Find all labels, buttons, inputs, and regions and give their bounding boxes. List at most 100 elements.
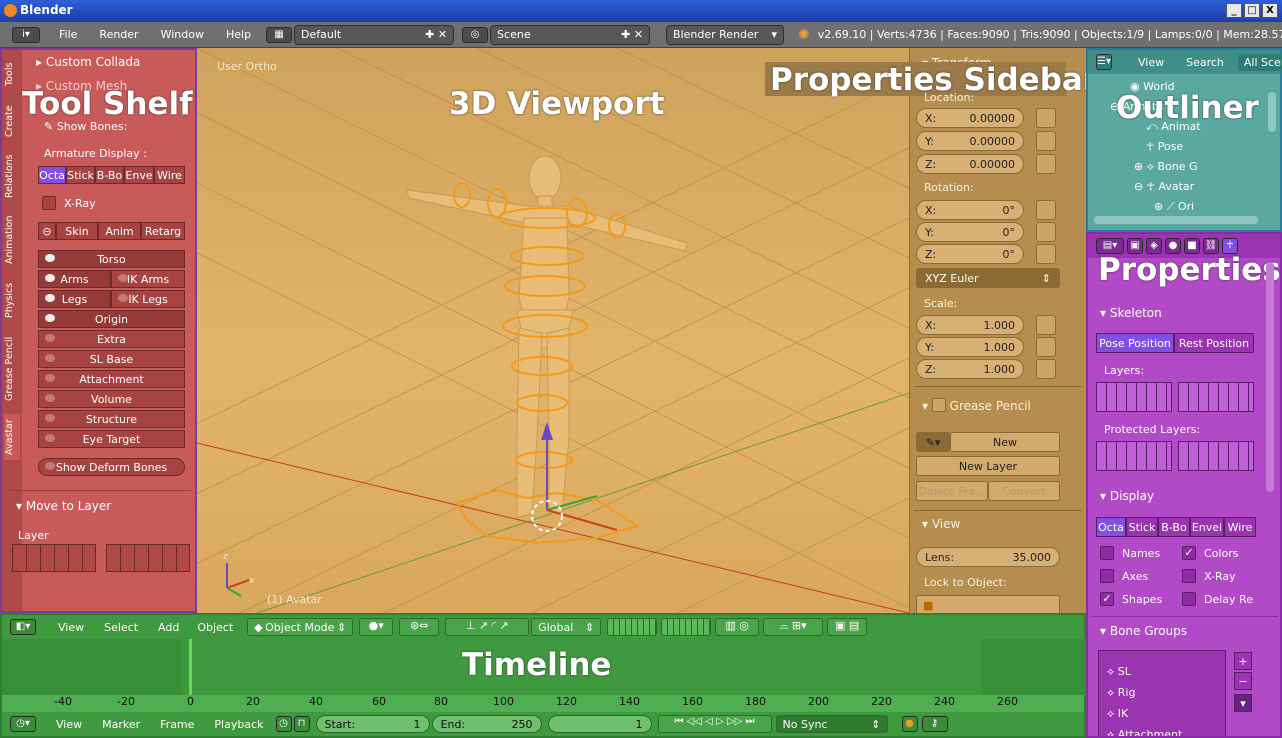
- rest-position-button[interactable]: Rest Position: [1174, 333, 1254, 353]
- display-panel-header[interactable]: ▾ Display: [1100, 489, 1154, 503]
- scene-layers-left[interactable]: [607, 618, 658, 636]
- x-manipulator-arrow[interactable]: [546, 509, 618, 531]
- end-frame-field[interactable]: End: 250: [431, 715, 542, 733]
- layer-grid-right[interactable]: [106, 544, 190, 572]
- grease-pencil-checkbox[interactable]: [931, 398, 946, 412]
- layout-selector[interactable]: Default ✚ ✕: [294, 24, 455, 45]
- retarget-button[interactable]: Retarg: [141, 222, 185, 240]
- colors-checkbox[interactable]: ✓: [1182, 546, 1196, 560]
- minimize-button[interactable]: _: [1226, 3, 1242, 18]
- panel-custom-collada[interactable]: ▸ Custom Collada: [36, 55, 140, 69]
- lock-icon[interactable]: [1036, 154, 1056, 174]
- bone-group-menu-icon[interactable]: ▾: [1234, 694, 1252, 712]
- scene-icon[interactable]: ◎: [462, 26, 489, 43]
- panel-move-to-layer[interactable]: ▾ Move to Layer: [16, 499, 111, 513]
- view3d-menu-object[interactable]: Object: [197, 621, 233, 634]
- timeline-menu-marker[interactable]: Marker: [102, 718, 140, 731]
- frame-ruler[interactable]: -40 -20 0 20 40 60 80 100 120 140 160 18…: [2, 695, 1084, 709]
- xray-checkbox[interactable]: [42, 196, 56, 210]
- view-panel-header[interactable]: ▾ View: [922, 517, 960, 531]
- render-engine-select[interactable]: Blender Render ▾: [666, 24, 785, 45]
- mode-stick[interactable]: Stick: [66, 166, 95, 184]
- protected-layers-grid-right[interactable]: [1178, 441, 1254, 471]
- location-z-field[interactable]: Z: 0.00000: [916, 154, 1024, 174]
- rotation-y-field[interactable]: Y: 0°: [916, 222, 1024, 242]
- tab-create[interactable]: Create: [4, 100, 20, 142]
- scene-selector[interactable]: Scene ✚ ✕: [490, 24, 651, 45]
- outliner-row-pose[interactable]: ☥ Pose: [1146, 140, 1183, 153]
- skin-button[interactable]: Skin: [56, 222, 98, 240]
- extra-toggle[interactable]: Extra: [38, 330, 185, 348]
- view3d-editor-icon[interactable]: ◧▾: [10, 619, 36, 635]
- skeleton-panel-header[interactable]: ▾ Skeleton: [1100, 306, 1162, 320]
- start-frame-field[interactable]: Start: 1: [315, 715, 430, 733]
- keying-set-icon[interactable]: ⚷: [921, 716, 948, 732]
- delay-refresh-checkbox[interactable]: [1182, 592, 1196, 606]
- close-button[interactable]: X: [1262, 3, 1278, 18]
- rotation-mode-select[interactable]: XYZ Euler ⇕: [916, 268, 1060, 288]
- menu-window[interactable]: Window: [150, 28, 215, 41]
- clock-icon[interactable]: ◷: [275, 716, 292, 732]
- view3d-menu-add[interactable]: Add: [158, 621, 179, 634]
- info-editor-icon[interactable]: i▾: [12, 26, 40, 43]
- sl-base-toggle[interactable]: SL Base: [38, 350, 185, 368]
- lock-icon[interactable]: [1036, 359, 1056, 379]
- eye-target-toggle[interactable]: Eye Target: [38, 430, 185, 448]
- current-frame-field[interactable]: 1: [547, 715, 652, 733]
- scale-x-field[interactable]: X: 1.000: [916, 315, 1024, 335]
- tab-tools[interactable]: Tools: [4, 58, 20, 90]
- tab-animation[interactable]: Animation: [4, 210, 20, 270]
- tab-physics[interactable]: Physics: [4, 278, 20, 322]
- lock-icon[interactable]: [1036, 244, 1056, 264]
- timeline-menu-playback[interactable]: Playback: [214, 718, 263, 731]
- display-mode-octa[interactable]: Octa: [1096, 517, 1126, 537]
- opengl-render-icon[interactable]: ▣ ▤: [827, 618, 868, 636]
- location-x-field[interactable]: X: 0.00000: [916, 108, 1024, 128]
- layout-add-remove-icon[interactable]: ✚ ✕: [425, 28, 447, 41]
- add-bone-group-button[interactable]: +: [1234, 652, 1252, 670]
- layout-icon[interactable]: ▦: [266, 26, 293, 43]
- outliner-editor-icon[interactable]: ☰▾: [1096, 54, 1112, 70]
- menu-render[interactable]: Render: [88, 28, 149, 41]
- bone-groups-panel-header[interactable]: ▾ Bone Groups: [1100, 624, 1187, 638]
- record-icon[interactable]: ●: [901, 716, 918, 732]
- outliner-row-avatar[interactable]: ⊖ ☥ Avatar: [1134, 180, 1194, 193]
- list-item[interactable]: ⟡ Rig: [1107, 686, 1135, 700]
- tab-avastar[interactable]: Avastar: [4, 414, 20, 460]
- outliner-row-origin[interactable]: ⊕ ⟋ Ori: [1154, 200, 1194, 214]
- lock-icon[interactable]: [1036, 222, 1056, 242]
- scene-layers-right[interactable]: [661, 618, 712, 636]
- snap-toggle-icon[interactable]: ⌓ ⊞▾: [763, 618, 824, 636]
- display-mode-bbone[interactable]: B-Bo: [1158, 517, 1190, 537]
- lock-icon[interactable]: [1036, 337, 1056, 357]
- 3d-viewport[interactable]: User Ortho 3D Viewport z x (1) Avatar: [197, 48, 909, 613]
- names-checkbox[interactable]: [1100, 546, 1114, 560]
- mode-bbone[interactable]: B-Bo: [95, 166, 124, 184]
- rotation-z-field[interactable]: Z: 0°: [916, 244, 1024, 264]
- shapes-checkbox[interactable]: ✓: [1100, 592, 1114, 606]
- delete-frame-button[interactable]: Delete Fra...: [916, 481, 988, 501]
- layers-grid-left[interactable]: [1096, 382, 1172, 412]
- list-item[interactable]: ⟡ Attachment: [1107, 728, 1182, 736]
- scale-y-field[interactable]: Y: 1.000: [916, 337, 1024, 357]
- render-layer-icon[interactable]: ▥ ◎: [715, 618, 760, 636]
- axes-checkbox[interactable]: [1100, 569, 1114, 583]
- lock-icon[interactable]: [1036, 315, 1056, 335]
- grease-pencil-panel-header[interactable]: ▾ Grease Pencil: [922, 396, 1031, 413]
- outliner-row-bone-groups[interactable]: ⊕ ⟡ Bone G: [1134, 160, 1198, 174]
- timeline-editor-icon[interactable]: ◷▾: [10, 716, 36, 732]
- display-mode-envelope[interactable]: Envel: [1190, 517, 1224, 537]
- attachment-toggle[interactable]: Attachment: [38, 370, 185, 388]
- display-mode-stick[interactable]: Stick: [1126, 517, 1158, 537]
- interaction-mode-select[interactable]: ◆ Object Mode ⇕: [247, 618, 354, 636]
- view3d-menu-select[interactable]: Select: [104, 621, 138, 634]
- outliner-v-scrollbar[interactable]: [1268, 92, 1276, 132]
- mode-wire[interactable]: Wire: [154, 166, 185, 184]
- convert-button[interactable]: Convert: [988, 481, 1060, 501]
- properties-v-scrollbar[interactable]: [1266, 262, 1274, 492]
- xray-checkbox[interactable]: [1182, 569, 1196, 583]
- remove-bone-group-button[interactable]: −: [1234, 672, 1252, 690]
- transform-orientation-select[interactable]: Global ⇕: [531, 618, 602, 636]
- timeline-menu-view[interactable]: View: [56, 718, 82, 731]
- scene-add-remove-icon[interactable]: ✚ ✕: [621, 28, 643, 41]
